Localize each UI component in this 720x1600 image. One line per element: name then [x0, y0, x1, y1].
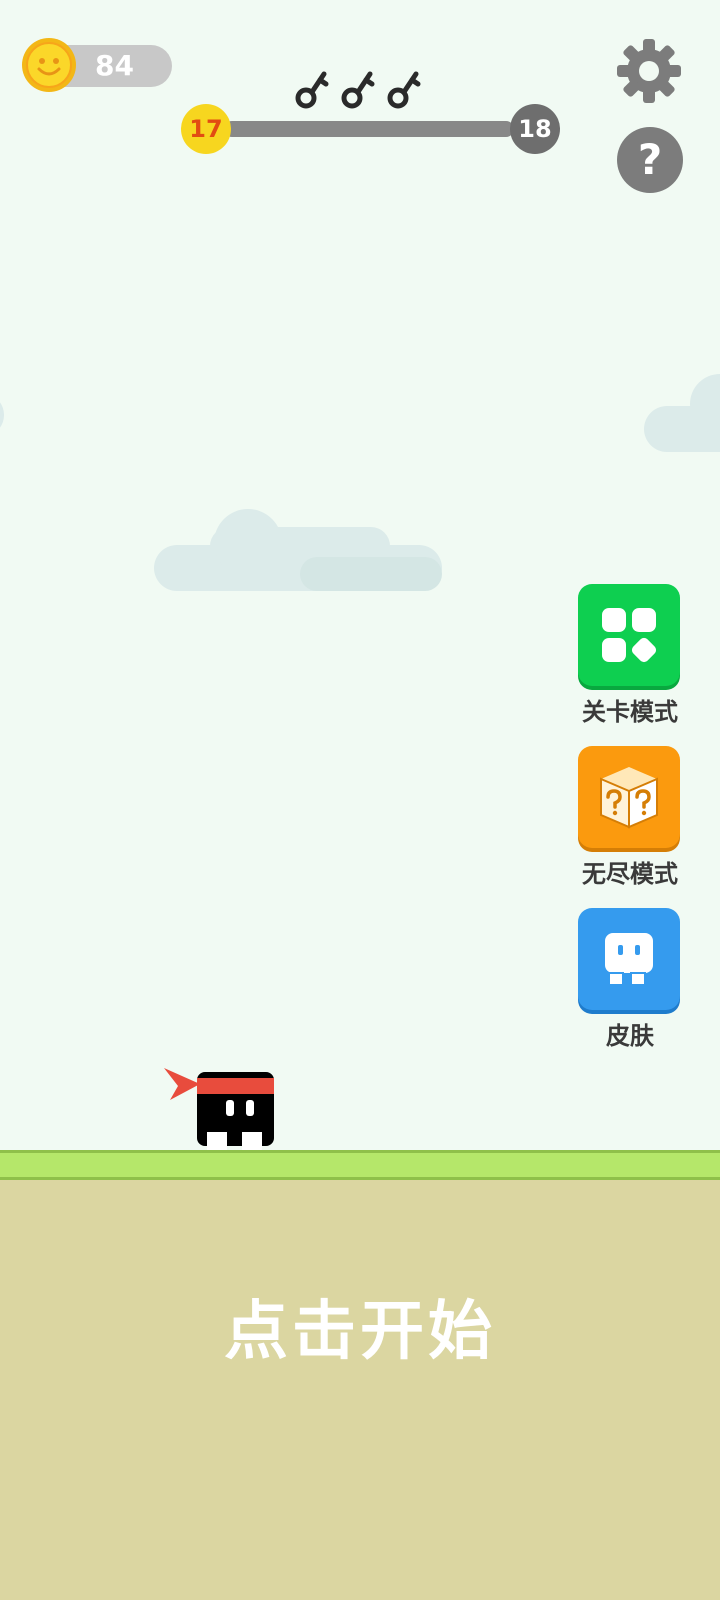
grass-platform — [0, 1150, 720, 1180]
keys-collected — [295, 71, 421, 109]
current-level-badge: 17 — [181, 104, 231, 154]
character-icon — [605, 933, 653, 986]
ground-tap-area[interactable] — [0, 1180, 720, 1600]
level-progress-bar — [224, 121, 514, 137]
gear-icon[interactable] — [614, 36, 684, 106]
help-button[interactable]: ? — [617, 127, 683, 193]
key-icon — [295, 71, 329, 109]
cloud-right — [644, 374, 720, 452]
next-level-badge: 18 — [510, 104, 560, 154]
ninja-player-character — [164, 1068, 274, 1150]
cloud-left-edge — [0, 402, 4, 428]
level-mode-button[interactable] — [578, 584, 680, 686]
grid-icon — [602, 608, 657, 663]
coin-icon — [22, 38, 76, 92]
skin-label: 皮肤 — [606, 1022, 654, 1050]
tap-to-start-prompt[interactable]: 点击开始 — [0, 1280, 720, 1372]
coin-count: 84 — [95, 49, 134, 82]
endless-mode-label: 无尽模式 — [582, 860, 678, 888]
key-icon — [341, 71, 375, 109]
cloud-center — [154, 509, 442, 591]
endless-mode-button[interactable] — [578, 746, 680, 848]
skin-button[interactable] — [578, 908, 680, 1010]
level-mode-label: 关卡模式 — [582, 698, 678, 726]
mystery-box-icon — [600, 767, 658, 829]
key-icon — [387, 71, 421, 109]
